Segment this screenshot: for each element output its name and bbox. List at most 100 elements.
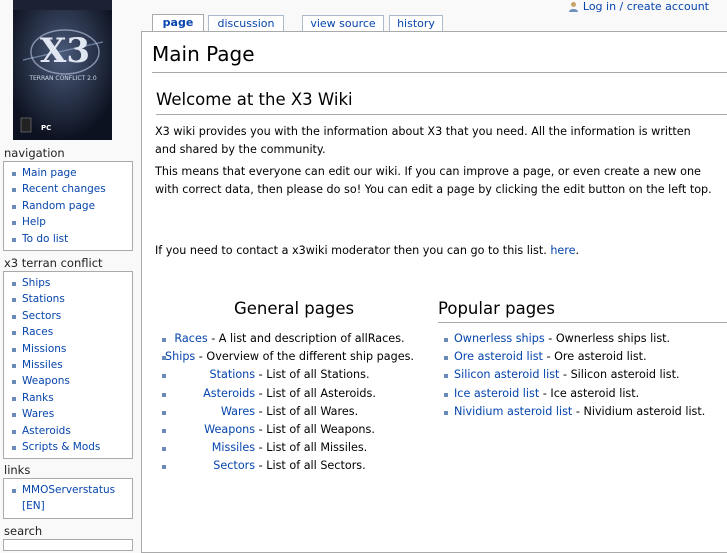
popular-link[interactable]: Ice asteroid list [454, 387, 539, 400]
links-link-cont[interactable]: [EN] [22, 500, 45, 512]
popular-desc: - Ice asteroid list. [539, 386, 640, 400]
popular-desc: - Ore asteroid list. [542, 350, 647, 364]
personal-tools: Log in / create account [568, 0, 709, 15]
nav-link[interactable]: Recent changes [22, 183, 106, 195]
x3-link[interactable]: Ranks [22, 392, 54, 404]
x3-item[interactable]: Weapons [4, 373, 132, 389]
nav-link[interactable]: Help [22, 216, 46, 228]
links-item[interactable]: MMOServerstatus [4, 482, 132, 498]
x3-link[interactable]: Sectors [22, 310, 61, 322]
list-item: Ore asteroid list - Ore asteroid list. [442, 348, 727, 366]
x3-item[interactable]: Ranks [4, 390, 132, 406]
links-item[interactable]: [EN] [4, 498, 132, 514]
user-icon [568, 1, 579, 15]
popular-link[interactable]: Nividium asteroid list [454, 405, 572, 418]
x3-item[interactable]: Missiles [4, 357, 132, 373]
logo-title: X3 [40, 31, 90, 71]
bullet-icon [12, 204, 16, 209]
nav-link[interactable]: To do list [22, 233, 68, 245]
x3-link[interactable]: Weapons [22, 375, 70, 387]
nav-item-help[interactable]: Help [4, 214, 132, 230]
x3-item[interactable]: Stations [4, 291, 132, 307]
bullet-icon [12, 282, 16, 286]
welcome-divider [156, 114, 727, 115]
bullet-icon [162, 356, 166, 361]
tab-discussion[interactable]: discussion [208, 15, 284, 32]
links-link[interactable]: MMOServerstatus [22, 484, 115, 496]
logo-platform: PC [41, 124, 51, 132]
nav-item-recent-changes[interactable]: Recent changes [4, 181, 132, 197]
bullet-icon [12, 363, 16, 368]
general-link[interactable]: Wares [221, 405, 255, 418]
welcome-heading: Welcome at the X3 Wiki [156, 90, 353, 109]
x3-link[interactable]: Missiles [22, 359, 63, 371]
list-item: Stations - List of all Stations. [142, 366, 437, 384]
general-link[interactable]: Sectors [213, 459, 255, 472]
contact-here-link[interactable]: here [550, 244, 575, 257]
x3-item[interactable]: Scripts & Mods [4, 439, 132, 455]
bullet-icon [12, 188, 16, 193]
bullet-icon [12, 331, 16, 336]
bullet-icon [162, 447, 166, 452]
x3-link[interactable]: Missions [22, 343, 66, 355]
login-link[interactable]: Log in / create account [583, 0, 709, 13]
x3-item[interactable]: Sectors [4, 308, 132, 324]
bullet-icon [162, 338, 166, 342]
x3-link[interactable]: Scripts & Mods [22, 441, 100, 453]
search-portlet [3, 539, 133, 551]
x3-item[interactable]: Races [4, 324, 132, 340]
bullet-icon [12, 429, 16, 434]
bullet-icon [12, 489, 16, 493]
general-desc: - List of all Missiles. [255, 441, 368, 455]
popular-link[interactable]: Ore asteroid list [454, 350, 543, 363]
list-item: Weapons - List of all Weapons. [142, 421, 437, 439]
logo-subtitle: TERRAN CONFLICT 2.0 [28, 75, 97, 82]
list-item: Sectors - List of all Sectors. [142, 457, 437, 475]
bullet-icon [444, 374, 448, 379]
tab-history[interactable]: history [389, 15, 443, 32]
x3-item[interactable]: Asteroids [4, 423, 132, 439]
x3-item[interactable]: Wares [4, 406, 132, 422]
popular-link[interactable]: Ownerless ships [454, 332, 545, 345]
nav-link[interactable]: Main page [22, 167, 77, 179]
x3-item[interactable]: Missions [4, 341, 132, 357]
nav-item-main-page[interactable]: Main page [4, 165, 132, 181]
general-pages-list: Races - A list and description of allRac… [142, 330, 437, 476]
general-link[interactable]: Asteroids [203, 387, 255, 400]
nav-link[interactable]: Random page [22, 200, 95, 212]
tab-view-source[interactable]: view source [302, 15, 384, 32]
contact-text: If you need to contact a x3wiki moderato… [155, 244, 551, 257]
intro-paragraph: X3 wiki provides you with the informatio… [155, 125, 691, 156]
popular-link[interactable]: Silicon asteroid list [454, 368, 559, 381]
links-heading: links [4, 463, 31, 477]
x3-heading: x3 terran conflict [4, 256, 103, 270]
general-desc: - List of all Asteroids. [255, 386, 376, 400]
general-link[interactable]: Stations [210, 368, 256, 381]
general-link[interactable]: Weapons [204, 423, 255, 436]
popular-desc: - Silicon asteroid list. [559, 368, 680, 382]
navigation-portlet: Main page Recent changes Random page Hel… [3, 161, 133, 251]
x3-link[interactable]: Wares [22, 408, 54, 420]
general-link[interactable]: Missiles [212, 441, 255, 454]
general-link[interactable]: Ships [165, 350, 195, 363]
general-link[interactable]: Races [174, 332, 207, 345]
bullet-icon [12, 396, 16, 401]
bullet-icon [444, 356, 448, 361]
x3-link[interactable]: Races [22, 326, 53, 338]
list-item: Wares - List of all Wares. [142, 403, 437, 421]
x3-item[interactable]: Ships [4, 275, 132, 291]
x3-link[interactable]: Ships [22, 277, 50, 289]
general-desc: - Overview of the different ship pages. [195, 350, 414, 364]
x3-link[interactable]: Stations [22, 293, 65, 305]
links-portlet: MMOServerstatus [EN] [3, 478, 133, 519]
bullet-icon [12, 237, 16, 242]
nav-item-todo[interactable]: To do list [4, 231, 132, 247]
site-logo[interactable]: X3 TERRAN CONFLICT 2.0 PC [13, 0, 112, 140]
tab-discussion-label: discussion [217, 17, 275, 30]
nav-item-random-page[interactable]: Random page [4, 198, 132, 214]
x3-link[interactable]: Asteroids [22, 425, 71, 437]
bullet-icon [444, 410, 448, 415]
navigation-heading: navigation [4, 146, 65, 160]
bullet-icon [12, 380, 16, 385]
general-desc: - List of all Sectors. [255, 459, 366, 473]
